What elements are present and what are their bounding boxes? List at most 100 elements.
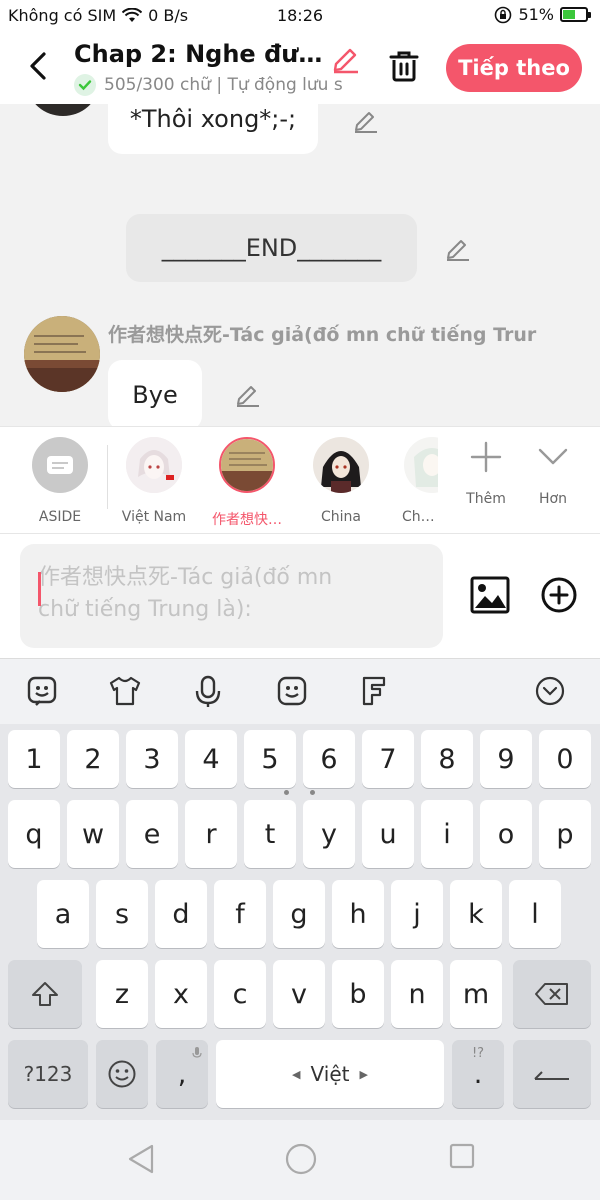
narration-bubble[interactable]: _______END_______ xyxy=(126,214,417,282)
text-caret xyxy=(38,572,41,606)
space-language-label: Việt xyxy=(310,1062,350,1086)
shift-icon xyxy=(32,982,58,1006)
sticker-icon xyxy=(27,676,57,706)
key-4[interactable]: 4 xyxy=(185,730,237,788)
character-china[interactable]: China xyxy=(296,437,386,525)
key-2[interactable]: 2 xyxy=(67,730,119,788)
key-q[interactable]: q xyxy=(8,800,60,868)
key-7[interactable]: 7 xyxy=(362,730,414,788)
key-u[interactable]: u xyxy=(362,800,414,868)
circle-home-icon xyxy=(285,1143,317,1175)
key-k[interactable]: k xyxy=(450,880,502,948)
edit-title-button[interactable] xyxy=(330,42,362,78)
key-p[interactable]: p xyxy=(539,800,591,868)
key-b[interactable]: b xyxy=(332,960,384,1028)
key-n[interactable]: n xyxy=(391,960,443,1028)
backspace-key[interactable] xyxy=(513,960,591,1028)
key-8[interactable]: 8 xyxy=(421,730,473,788)
nav-recents-button[interactable] xyxy=(448,1142,476,1174)
pencil-icon xyxy=(447,240,469,261)
key-5[interactable]: 5 xyxy=(244,730,296,788)
square-recents-icon xyxy=(449,1143,475,1169)
add-content-button[interactable] xyxy=(540,576,578,618)
period-key[interactable]: !? . xyxy=(452,1040,504,1108)
emoji-panel-button[interactable] xyxy=(276,675,308,711)
microphone-hint-icon xyxy=(192,1047,202,1058)
enter-key[interactable] xyxy=(513,1040,591,1108)
editor-header: Chap 2: Nghe được… 505/300 chữ | Tự động… xyxy=(0,32,600,104)
key-r[interactable]: r xyxy=(185,800,237,868)
key-i[interactable]: i xyxy=(421,800,473,868)
key-e[interactable]: e xyxy=(126,800,178,868)
key-l[interactable]: l xyxy=(509,880,561,948)
character-label: ASIDE xyxy=(38,509,82,525)
character-chau[interactable]: Châu xyxy=(378,437,438,525)
key-9[interactable]: 9 xyxy=(480,730,532,788)
space-key[interactable]: ◀ Việt ▶ xyxy=(216,1040,444,1108)
character-label: 作者想快… xyxy=(212,512,282,528)
aside-icon xyxy=(32,437,88,493)
next-button[interactable]: Tiếp theo xyxy=(446,44,582,92)
delete-button[interactable] xyxy=(386,48,422,88)
message-input[interactable]: 作者想快点死-Tác giả(đố mn chữ tiếng Trung là)… xyxy=(20,544,443,648)
chat-area[interactable]: *Thôi xong*;-; _______END_______ 作者想快点死-… xyxy=(0,104,600,426)
trash-icon xyxy=(389,51,419,82)
character-author[interactable]: 作者想快… xyxy=(202,437,292,529)
key-1[interactable]: 1 xyxy=(8,730,60,788)
system-nav-bar xyxy=(0,1120,600,1200)
key-v[interactable]: v xyxy=(273,960,325,1028)
edit-message-button[interactable] xyxy=(444,234,472,266)
emoji-key[interactable] xyxy=(96,1040,148,1108)
character-aside[interactable]: ASIDE xyxy=(15,437,105,525)
key-g[interactable]: g xyxy=(273,880,325,948)
avatar[interactable] xyxy=(28,104,98,116)
message-bubble[interactable]: *Thôi xong*;-; xyxy=(108,104,318,154)
chevron-left-icon xyxy=(30,52,46,80)
key-f[interactable]: f xyxy=(214,880,266,948)
sticker-button[interactable] xyxy=(26,675,58,711)
key-y[interactable]: y xyxy=(303,800,355,868)
more-characters-button[interactable]: Hơn xyxy=(518,439,588,507)
placeholder-line: 作者想快点死-Tác giả(đố mn xyxy=(38,565,333,590)
key-3[interactable]: 3 xyxy=(126,730,178,788)
plus-circle-icon xyxy=(541,577,577,613)
insert-image-button[interactable] xyxy=(470,576,510,618)
key-o[interactable]: o xyxy=(480,800,532,868)
key-x[interactable]: x xyxy=(155,960,207,1028)
fade-edge xyxy=(438,427,452,533)
key-6[interactable]: 6 xyxy=(303,730,355,788)
key-h[interactable]: h xyxy=(332,880,384,948)
edit-message-button[interactable] xyxy=(352,106,380,138)
edit-message-button[interactable] xyxy=(234,380,262,412)
symbols-key[interactable]: ?123 xyxy=(8,1040,88,1108)
key-j[interactable]: j xyxy=(391,880,443,948)
pencil-icon xyxy=(333,48,358,74)
key-w[interactable]: w xyxy=(67,800,119,868)
chapter-title: Chap 2: Nghe được… xyxy=(74,40,326,68)
key-m[interactable]: m xyxy=(450,960,502,1028)
author-name: 作者想快点死-Tác giả(đố mn chữ tiếng Trur xyxy=(108,324,537,346)
nav-home-button[interactable] xyxy=(284,1142,318,1180)
key-z[interactable]: z xyxy=(96,960,148,1028)
hide-keyboard-button[interactable] xyxy=(534,675,566,711)
key-a[interactable]: a xyxy=(37,880,89,948)
battery-icon xyxy=(560,7,591,22)
key-0[interactable]: 0 xyxy=(539,730,591,788)
pencil-icon xyxy=(237,386,259,407)
key-d[interactable]: d xyxy=(155,880,207,948)
key-c[interactable]: c xyxy=(214,960,266,1028)
message-bubble[interactable]: Bye xyxy=(108,360,202,426)
voice-input-button[interactable] xyxy=(194,675,222,713)
key-t[interactable]: t xyxy=(244,800,296,868)
back-button[interactable] xyxy=(18,46,58,86)
shift-key[interactable] xyxy=(8,960,82,1028)
avatar[interactable] xyxy=(24,316,100,392)
word-count-text: 505/300 chữ | Tự động lưu s xyxy=(104,75,343,95)
key-s[interactable]: s xyxy=(96,880,148,948)
add-character-button[interactable]: Thêm xyxy=(451,439,521,507)
comma-key[interactable]: , xyxy=(156,1040,208,1108)
font-button[interactable] xyxy=(360,675,388,711)
nav-back-button[interactable] xyxy=(126,1142,156,1180)
theme-button[interactable] xyxy=(108,675,142,711)
character-viet-nam[interactable]: Việt Nam xyxy=(109,437,199,525)
